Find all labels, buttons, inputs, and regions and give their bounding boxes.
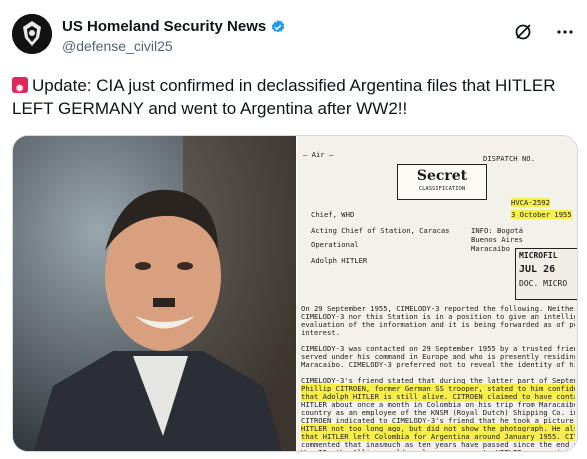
declassified-document-image[interactable]: — Air — DISPATCH NO. Secret CLASSIFICATI…: [297, 136, 577, 451]
doc-date: 3 October 1955: [511, 210, 572, 219]
tweet-body: Update: CIA just confirmed in declassifi…: [12, 76, 556, 118]
doc-dispatch-label: DISPATCH NO.: [483, 154, 535, 163]
shield-logo-icon: [12, 14, 52, 54]
microfilm-label: MICROFIL: [519, 251, 558, 260]
tweet-header: US Homeland Security News @defense_civil…: [12, 12, 575, 60]
header-actions: [513, 22, 575, 47]
grok-icon[interactable]: [513, 22, 533, 47]
doc-text-line: Maracaibo. CIMELODY-3 preferred not to r…: [301, 360, 575, 369]
doc-from: Acting Chief of Station, Caracas: [311, 226, 450, 235]
classification-label: Secret: [416, 168, 468, 184]
rotating-light-icon: [12, 77, 28, 101]
doc-micro-label: DOC. MICRO: [519, 279, 568, 288]
account-names: US Homeland Security News @defense_civil…: [62, 18, 286, 54]
photo-image[interactable]: [13, 136, 296, 451]
microfilm-date: JUL 26: [519, 264, 556, 275]
handle[interactable]: @defense_civil25: [62, 38, 286, 54]
tweet-text: Update: CIA just confirmed in declassifi…: [12, 74, 578, 120]
classification-sub: CLASSIFICATION: [418, 186, 466, 192]
media-container[interactable]: — Air — DISPATCH NO. Secret CLASSIFICATI…: [12, 135, 578, 452]
doc-text-line: War II, the Allies could no longer prose…: [301, 448, 575, 451]
doc-text-line: interest.: [301, 328, 340, 337]
display-name-row[interactable]: US Homeland Security News: [62, 18, 286, 35]
classification-box: Secret CLASSIFICATION: [397, 164, 487, 200]
verified-badge-icon: [271, 19, 285, 32]
display-name[interactable]: US Homeland Security News: [62, 18, 266, 35]
avatar[interactable]: [12, 14, 52, 54]
microfilm-stamp: MICROFIL JUL 26 DOC. MICRO: [515, 248, 577, 300]
dispatch-number: HVCA-2592: [511, 198, 550, 207]
portrait-image: [13, 136, 296, 451]
more-icon[interactable]: [555, 22, 575, 47]
